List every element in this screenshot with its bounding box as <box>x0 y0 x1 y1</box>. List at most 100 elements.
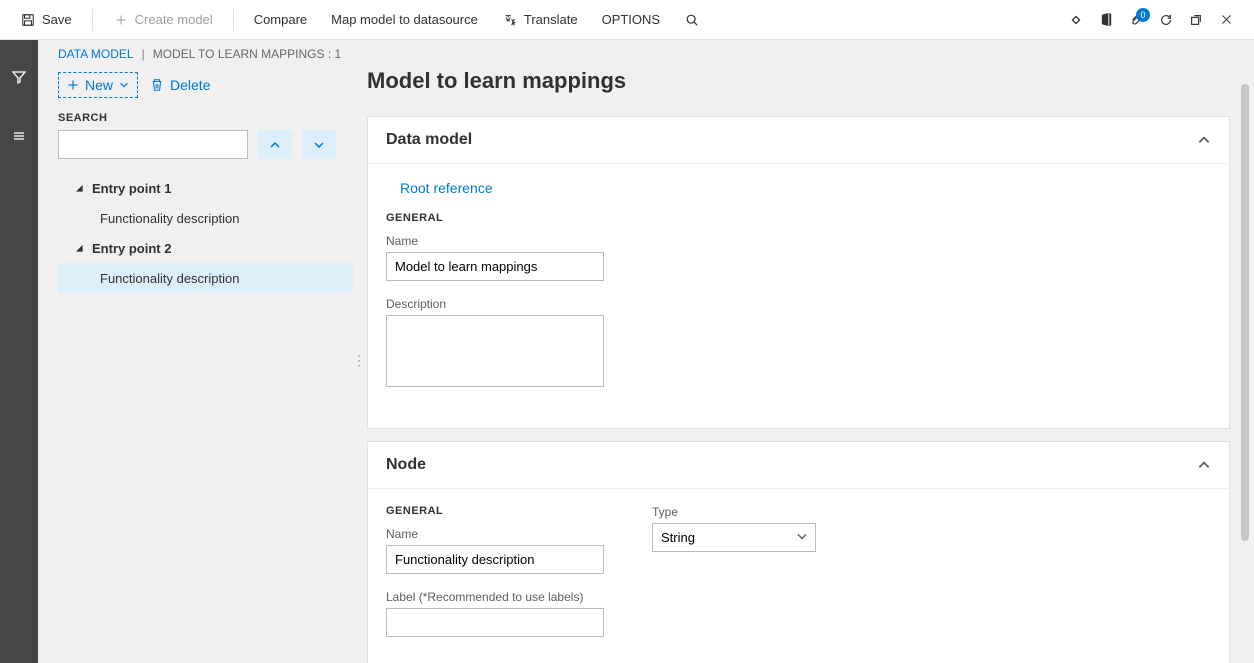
field-node-label: Label (*Recommended to use labels) <box>386 590 604 637</box>
panel-node: Node GENERAL Name <box>367 441 1230 663</box>
save-icon <box>20 12 36 28</box>
popout-icon[interactable] <box>1188 12 1204 28</box>
tree-node[interactable]: Functionality description <box>58 203 353 233</box>
tree-node-label: Entry point 1 <box>92 181 171 196</box>
label-label: Label (*Recommended to use labels) <box>386 590 604 604</box>
trash-icon <box>150 78 164 92</box>
save-label: Save <box>42 12 72 27</box>
translate-button[interactable]: Translate <box>492 8 588 32</box>
tree: ◢ Entry point 1 Functionality description ◢… <box>58 173 353 293</box>
search-button[interactable] <box>674 8 710 32</box>
tree-node[interactable]: ◢ Entry point 2 <box>58 233 353 263</box>
chevron-up-icon <box>1197 458 1211 472</box>
chevron-down-icon <box>119 80 129 90</box>
compare-label: Compare <box>254 12 307 27</box>
type-label: Type <box>652 505 816 519</box>
search-icon <box>684 12 700 28</box>
main: Model to learn mappings Data model Root … <box>353 64 1254 663</box>
panel-body: GENERAL Name Label (*Recommended to use … <box>368 489 1229 663</box>
tree-node-label: Entry point 2 <box>92 241 171 256</box>
root-reference-link[interactable]: Root reference <box>386 180 1211 212</box>
scrollbar[interactable] <box>1238 84 1252 655</box>
chevron-up-icon <box>1197 133 1211 147</box>
field-name: Name <box>386 234 1211 281</box>
search-row <box>58 130 353 159</box>
plus-icon <box>113 12 129 28</box>
description-label: Description <box>386 297 1211 311</box>
panel-body: Root reference GENERAL Name Description <box>368 164 1229 428</box>
options-label: OPTIONS <box>602 12 661 27</box>
node-label-input[interactable] <box>386 608 604 637</box>
map-model-label: Map model to datasource <box>331 12 478 27</box>
divider <box>92 9 93 31</box>
layout: DATA MODEL | MODEL TO LEARN MAPPINGS : 1… <box>0 40 1254 663</box>
toolbar-left: Save Create model Compare Map model to d… <box>10 8 710 32</box>
chevron-down-icon <box>313 139 325 151</box>
search-label: SEARCH <box>58 112 353 124</box>
section-label: GENERAL <box>386 505 604 517</box>
section-label: GENERAL <box>386 212 1211 224</box>
delete-button[interactable]: Delete <box>150 77 210 93</box>
left-rail <box>0 40 38 663</box>
name-label: Name <box>386 527 604 541</box>
caret-icon: ◢ <box>75 241 84 255</box>
panel-data-model: Data model Root reference GENERAL Name D… <box>367 116 1230 429</box>
toolbar-right: 0 <box>1068 12 1244 28</box>
field-node-name: Name <box>386 527 604 574</box>
type-select[interactable] <box>652 523 816 552</box>
panel-header-data-model[interactable]: Data model <box>368 117 1229 164</box>
new-label: New <box>85 77 113 93</box>
panel-title: Data model <box>386 131 472 149</box>
field-node-type: Type <box>652 505 816 552</box>
search-next-button[interactable] <box>302 130 336 159</box>
office-icon[interactable] <box>1098 12 1114 28</box>
name-label: Name <box>386 234 1211 248</box>
options-button[interactable]: OPTIONS <box>592 8 671 31</box>
badge: 0 <box>1136 8 1150 22</box>
panel-title: Node <box>386 456 426 474</box>
delete-label: Delete <box>170 77 210 93</box>
compare-button[interactable]: Compare <box>244 8 317 31</box>
search-prev-button[interactable] <box>258 130 292 159</box>
chevron-up-icon <box>269 139 281 151</box>
search-input[interactable] <box>58 130 248 159</box>
translate-icon <box>502 12 518 28</box>
filter-icon[interactable] <box>7 65 31 89</box>
create-model-button[interactable]: Create model <box>103 8 223 32</box>
caret-icon: ◢ <box>75 181 84 195</box>
new-button[interactable]: New <box>58 72 138 98</box>
attachment-icon[interactable]: 0 <box>1128 12 1144 28</box>
page-title: Model to learn mappings <box>367 64 1230 116</box>
split: New Delete SEARCH <box>38 64 1254 663</box>
scrollbar-thumb[interactable] <box>1241 84 1249 541</box>
breadcrumb-current: MODEL TO LEARN MAPPINGS : 1 <box>153 47 342 61</box>
field-row: GENERAL Name Label (*Recommended to use … <box>386 505 1211 653</box>
tree-node[interactable]: ◢ Entry point 1 <box>58 173 353 203</box>
field-description: Description <box>386 297 1211 390</box>
splitter-handle[interactable]: ⋮ <box>352 352 366 369</box>
description-input[interactable] <box>386 315 604 387</box>
name-input[interactable] <box>386 252 604 281</box>
sidebar: New Delete SEARCH <box>38 64 353 663</box>
content: DATA MODEL | MODEL TO LEARN MAPPINGS : 1… <box>38 40 1254 663</box>
create-model-label: Create model <box>135 12 213 27</box>
refresh-icon[interactable] <box>1158 12 1174 28</box>
map-model-button[interactable]: Map model to datasource <box>321 8 488 31</box>
node-name-input[interactable] <box>386 545 604 574</box>
close-icon[interactable] <box>1218 12 1234 28</box>
translate-label: Translate <box>524 12 578 27</box>
list-icon[interactable] <box>7 124 31 148</box>
save-button[interactable]: Save <box>10 8 82 32</box>
panel-header-node[interactable]: Node <box>368 442 1229 489</box>
type-select-wrap <box>652 523 816 552</box>
breadcrumb-separator: | <box>142 47 145 61</box>
breadcrumb: DATA MODEL | MODEL TO LEARN MAPPINGS : 1 <box>38 40 1254 64</box>
tree-node-label: Functionality description <box>100 211 239 226</box>
tree-node[interactable]: Functionality description <box>58 263 353 293</box>
tree-node-label: Functionality description <box>100 271 239 286</box>
toolbar: Save Create model Compare Map model to d… <box>0 0 1254 40</box>
breadcrumb-root[interactable]: DATA MODEL <box>58 47 134 61</box>
divider <box>233 9 234 31</box>
link-icon[interactable] <box>1068 12 1084 28</box>
sidebar-actions: New Delete <box>58 72 353 98</box>
